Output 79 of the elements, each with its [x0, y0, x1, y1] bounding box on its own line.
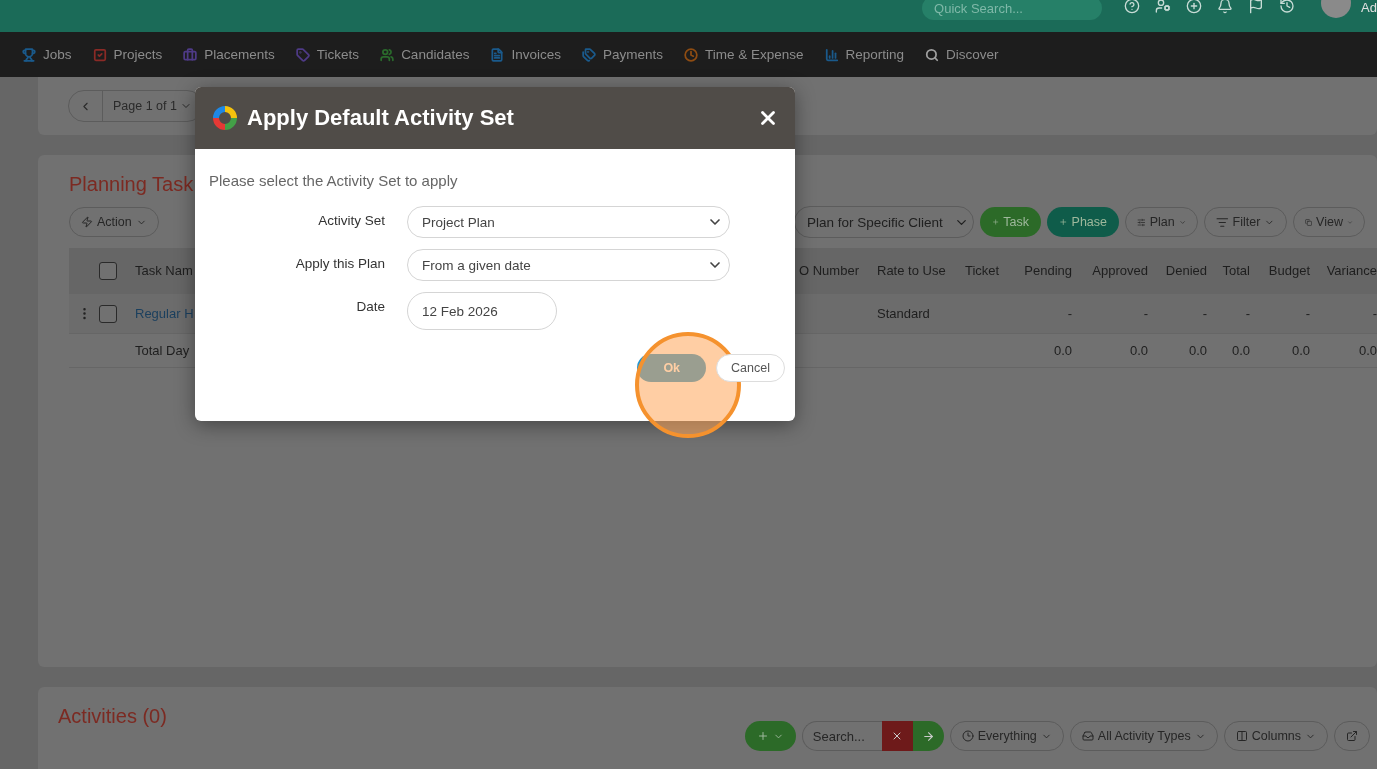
- nav-item[interactable]: Tickets: [295, 47, 360, 62]
- nav-item[interactable]: Reporting: [824, 47, 905, 62]
- section-title: Activities (0): [58, 705, 167, 728]
- column-header: Task Nam: [135, 263, 193, 278]
- quick-search-field[interactable]: Quick Search...: [922, 0, 1103, 20]
- column-header: Rate to Use: [877, 263, 946, 278]
- page-select[interactable]: Page 1 of 1: [103, 99, 202, 113]
- client-plan-select[interactable]: Plan for Specific Client: [794, 206, 974, 238]
- section-title: Planning Task: [69, 173, 194, 196]
- help-icon: [1124, 0, 1141, 14]
- inbox-icon: [1081, 730, 1094, 742]
- nav-item[interactable]: Candidates: [380, 47, 470, 62]
- field-label: Date: [356, 298, 385, 314]
- table-cell-text: 0.0: [1231, 343, 1251, 358]
- user-settings-icon: [1155, 0, 1172, 14]
- user-name: Ad: [1361, 0, 1377, 15]
- activity-search-field[interactable]: Search...: [801, 721, 882, 751]
- filter-icon: [1216, 215, 1229, 229]
- filter-menu[interactable]: Everything: [949, 721, 1064, 751]
- select-all-checkbox[interactable]: [99, 261, 117, 280]
- add-activity-button[interactable]: [744, 721, 796, 751]
- add-button[interactable]: Task: [980, 207, 1041, 237]
- nav-item[interactable]: Invoices: [490, 47, 561, 62]
- bell-icon: [1217, 0, 1234, 14]
- flag-icon: [1248, 0, 1265, 14]
- table-cell-text: -: [1067, 306, 1073, 321]
- menu-button[interactable]: Plan: [1125, 207, 1198, 237]
- dialog-title: Apply Default Activity Set: [247, 105, 514, 131]
- menu-button[interactable]: View: [1293, 207, 1365, 237]
- table-cell-text: -: [1202, 306, 1208, 321]
- column-header: Budget: [1268, 263, 1311, 278]
- nav-item[interactable]: Placements: [183, 47, 275, 62]
- plus-icon: [1059, 216, 1068, 228]
- table-cell-text: -: [1143, 306, 1149, 321]
- table-cell-text: -: [1305, 306, 1311, 321]
- go-button[interactable]: [912, 721, 944, 751]
- plus-icon: [756, 730, 769, 742]
- filter-menu[interactable]: Columns: [1223, 721, 1328, 751]
- nav-item[interactable]: Time & Expense: [684, 47, 804, 62]
- dialog-prompt: Please select the Activity Set to apply: [209, 172, 458, 189]
- action-menu[interactable]: Action: [69, 207, 159, 237]
- column-header: O Number: [799, 263, 859, 278]
- add-icon: [1186, 0, 1203, 14]
- table-cell: 0.0: [1358, 343, 1377, 358]
- clear-button[interactable]: [881, 721, 913, 751]
- table-cell-text: 0.0: [1291, 343, 1311, 358]
- add-button[interactable]: Phase: [1047, 207, 1119, 237]
- lightning-icon: [81, 216, 93, 228]
- logo-icon: [211, 104, 239, 132]
- nav-item[interactable]: Payments: [581, 47, 663, 62]
- table-cell-text: -: [1245, 306, 1251, 321]
- field-label: Apply this Plan: [295, 255, 385, 271]
- column-header: Variance: [1326, 263, 1377, 278]
- nav-item[interactable]: Projects: [92, 47, 163, 62]
- table-cell: -: [1372, 306, 1377, 321]
- column-header: Total: [1222, 263, 1251, 278]
- clock-icon: [961, 730, 974, 742]
- column-header: Ticket: [965, 263, 1000, 278]
- cancel-button[interactable]: Cancel: [716, 354, 785, 382]
- history-icon: [1279, 0, 1296, 14]
- table-cell-text: 0.0: [1188, 343, 1208, 358]
- filter-menu[interactable]: All Activity Types: [1069, 721, 1218, 751]
- plus-icon: [992, 216, 1000, 228]
- total-label: Total Day: [135, 343, 190, 358]
- external-link-icon: [1346, 730, 1358, 742]
- nav-item[interactable]: Jobs: [22, 47, 72, 62]
- external-link-button[interactable]: [1334, 721, 1370, 751]
- column-header: Denied: [1165, 263, 1208, 278]
- nav-item[interactable]: Discover: [925, 47, 999, 62]
- arrow-right-icon: [921, 729, 935, 743]
- columns-icon: [1235, 730, 1248, 742]
- table-cell-text: 0.0: [1129, 343, 1149, 358]
- column-header: Approved: [1092, 263, 1149, 278]
- field-label: Activity Set: [318, 212, 385, 228]
- row-checkbox[interactable]: [99, 304, 117, 323]
- table-cell-text: 0.0: [1053, 343, 1073, 358]
- column-header: Pending: [1024, 263, 1073, 278]
- menu-button[interactable]: Filter: [1204, 207, 1287, 237]
- table-cell: Standard: [877, 306, 930, 321]
